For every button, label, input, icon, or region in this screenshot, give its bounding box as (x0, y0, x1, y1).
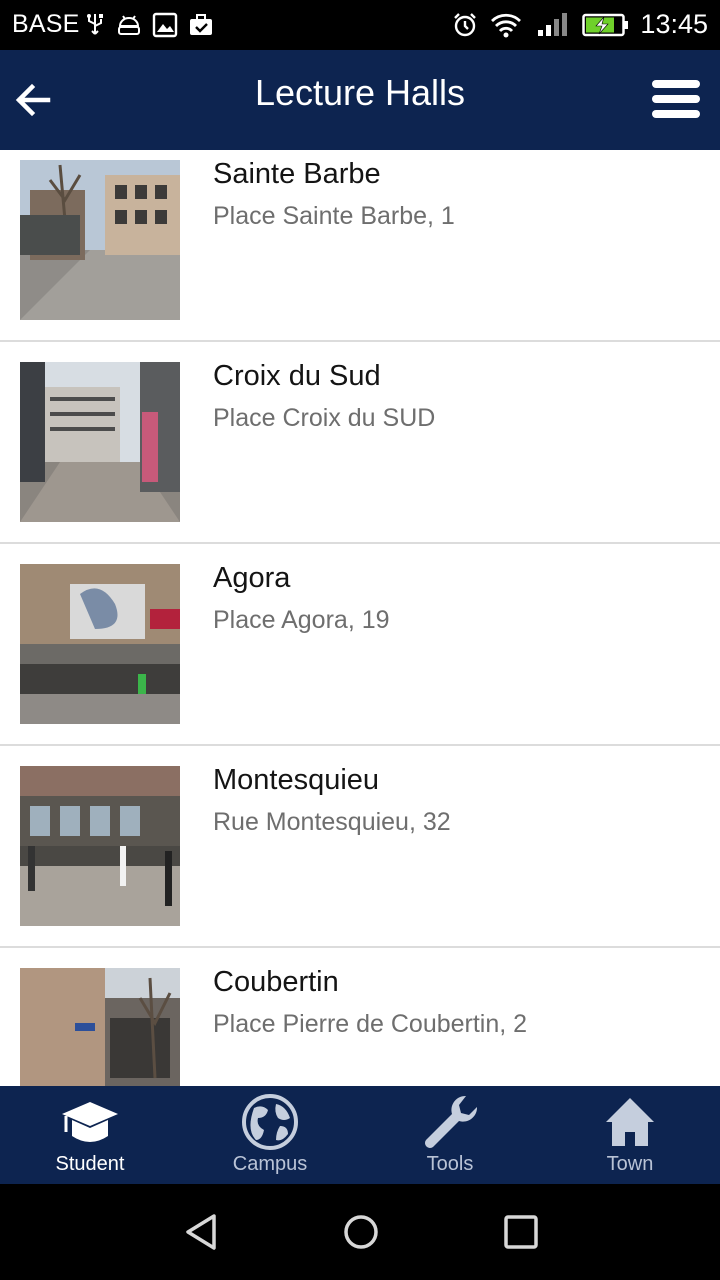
hall-name: Sainte Barbe (213, 158, 381, 190)
menu-bar (652, 80, 700, 88)
lecture-hall-item-croix-du-sud[interactable]: Croix du Sud Place Croix du SUD (0, 342, 720, 544)
tab-student[interactable]: Student (0, 1086, 180, 1184)
menu-bar (652, 95, 700, 103)
hamburger-menu-icon[interactable] (652, 80, 700, 122)
lecture-hall-item-coubertin[interactable]: Coubertin Place Pierre de Coubertin, 2 (0, 948, 720, 1086)
lecture-hall-item-montesquieu[interactable]: Montesquieu Rue Montesquieu, 32 (0, 746, 720, 948)
battery-charging-icon (582, 13, 628, 37)
hall-address: Place Pierre de Coubertin, 2 (213, 1010, 528, 1038)
globe-icon (242, 1094, 298, 1150)
lecture-hall-photo (20, 968, 180, 1086)
briefcase-check-icon (190, 14, 212, 35)
lecture-hall-item-sainte-barbe[interactable]: Sainte Barbe Place Sainte Barbe, 1 (0, 150, 720, 352)
lecture-hall-photo (20, 564, 180, 724)
app-bar: Lecture Halls (0, 50, 720, 150)
system-navigation-bar (0, 1184, 720, 1280)
graduation-cap-icon (62, 1102, 118, 1142)
lecture-hall-item-agora[interactable]: Agora Place Agora, 19 (0, 544, 720, 746)
hall-name: Montesquieu (213, 764, 380, 796)
lecture-hall-photo (20, 160, 180, 320)
menu-bar (652, 110, 700, 118)
image-icon (152, 12, 178, 38)
alarm-icon (454, 13, 476, 37)
home-icon (606, 1098, 654, 1146)
tab-label: Campus (232, 1153, 308, 1175)
tab-label: Town (606, 1153, 654, 1175)
tab-label: Tools (426, 1153, 474, 1175)
status-bar: BASE 13:45 (0, 0, 720, 50)
hall-name: Coubertin (213, 966, 339, 998)
tab-town[interactable]: Town (540, 1086, 720, 1184)
clock: 13:45 (640, 9, 708, 39)
android-debug-icon (118, 15, 140, 35)
lecture-hall-list: Sainte Barbe Place Sainte Barbe, 1 Croix… (0, 150, 720, 1086)
system-recents-icon[interactable] (499, 1210, 543, 1254)
hall-address: Place Agora, 19 (213, 606, 390, 634)
tab-label: Student (55, 1153, 125, 1175)
wrench-icon (425, 1095, 478, 1148)
page-title: Lecture Halls (254, 72, 466, 113)
system-home-icon[interactable] (339, 1210, 383, 1254)
signal-icon (538, 13, 567, 36)
carrier-name: BASE (12, 10, 80, 38)
lecture-hall-photo (20, 766, 180, 926)
hall-name: Croix du Sud (213, 360, 381, 392)
lecture-hall-photo (20, 362, 180, 522)
bottom-navigation: Student Campus Tools Town (0, 1086, 720, 1184)
hall-name: Agora (213, 562, 291, 594)
hall-address: Place Sainte Barbe, 1 (213, 202, 455, 230)
hall-address: Place Croix du SUD (213, 404, 436, 432)
tab-tools[interactable]: Tools (360, 1086, 540, 1184)
usb-icon (87, 14, 103, 35)
system-back-icon[interactable] (180, 1210, 224, 1254)
wifi-icon (491, 13, 521, 38)
tab-campus[interactable]: Campus (180, 1086, 360, 1184)
hall-address: Rue Montesquieu, 32 (213, 808, 451, 836)
